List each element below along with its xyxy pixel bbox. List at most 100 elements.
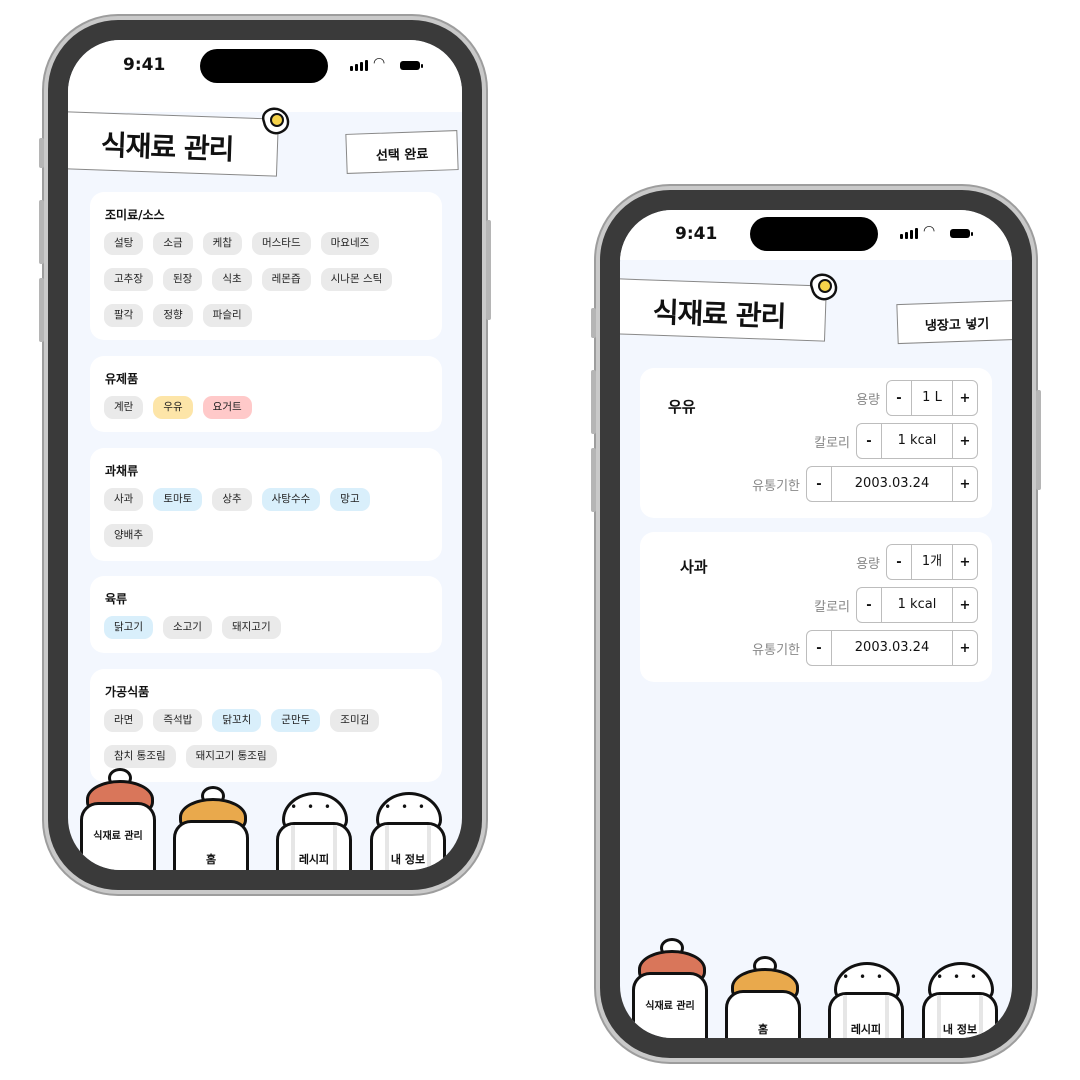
field-label: 유통기한: [752, 478, 800, 494]
category-title: 가공식품: [105, 685, 150, 699]
ingredient-chip[interactable]: 조미김: [330, 709, 380, 732]
decrement-button[interactable]: -: [857, 434, 881, 449]
ingredient-chip[interactable]: 마요네즈: [320, 232, 380, 255]
ingredient-chip[interactable]: 팔각: [104, 304, 144, 327]
shaker-holes-icon: • • •: [936, 970, 980, 984]
nav-label: 홈: [205, 853, 217, 866]
ingredient-chip[interactable]: 라면: [104, 709, 144, 732]
ingredient-chip[interactable]: 군만두: [271, 709, 321, 732]
field-label: 용량: [856, 556, 880, 572]
jar-body-icon: 홈: [173, 820, 249, 870]
decrement-button[interactable]: -: [887, 391, 911, 406]
jar-body-icon: 식재료 관리: [80, 802, 156, 870]
ingredient-chip[interactable]: 식초: [212, 268, 252, 291]
category-card: 육류닭고기 소고기 돼지고기: [90, 576, 442, 653]
category-title: 과채류: [105, 464, 139, 478]
battery-icon: [400, 61, 423, 70]
increment-button[interactable]: +: [953, 641, 977, 656]
field-label: 칼로리: [814, 599, 850, 615]
ingredient-chip[interactable]: 시나몬 스틱: [320, 268, 393, 291]
ingredient-name: 사과: [680, 558, 708, 576]
ingredient-chip[interactable]: 정향: [153, 304, 193, 327]
ingredient-chip[interactable]: 레몬즙: [261, 268, 311, 291]
decrement-button[interactable]: -: [807, 641, 831, 656]
category-title: 육류: [105, 592, 128, 606]
field-label: 칼로리: [814, 435, 850, 451]
field-row: 유통기한 -2003.03.24 +: [752, 630, 978, 666]
shaker-body-icon: 레시피: [828, 992, 904, 1038]
field-row: 칼로리 -1 kcal +: [814, 423, 978, 459]
ingredient-chip[interactable]: 양배추: [104, 524, 153, 547]
shaker-holes-icon: • • •: [384, 800, 428, 814]
ingredient-chip[interactable]: 소고기: [162, 616, 212, 639]
nav-profile-shaker[interactable]: • • • 내 정보: [370, 788, 450, 870]
shaker-body-icon: 내 정보: [370, 822, 446, 870]
ingredient-chip[interactable]: 케찹: [202, 232, 242, 255]
field-value[interactable]: 1 kcal: [881, 588, 953, 622]
jar-body-icon: 홈: [725, 990, 801, 1038]
increment-button[interactable]: +: [953, 555, 977, 570]
field-value[interactable]: 2003.03.24: [831, 467, 953, 501]
put-in-fridge-button[interactable]: 냉장고 넣기: [896, 299, 1012, 345]
nav-profile-shaker[interactable]: • • • 내 정보: [922, 958, 1002, 1038]
ingredient-chip[interactable]: 망고: [330, 488, 370, 511]
ingredient-chip[interactable]: 파슬리: [202, 304, 252, 327]
ingredient-chip[interactable]: 사탕수수: [261, 488, 321, 511]
ingredient-chip[interactable]: 상추: [212, 488, 252, 511]
decrement-button[interactable]: -: [857, 598, 881, 613]
category-title: 조미료/소스: [105, 208, 165, 222]
complete-selection-button[interactable]: 선택 완료: [345, 130, 459, 174]
nav-recipe-shaker[interactable]: • • • 레시피: [276, 788, 356, 870]
battery-icon: [950, 229, 973, 238]
ingredient-chip[interactable]: 참치 통조림: [104, 745, 176, 768]
category-card: 유제품 계란 우유 요거트: [90, 356, 442, 432]
ingredient-chip[interactable]: 된장: [162, 268, 203, 291]
nav-ingredients-jar[interactable]: 식재료 관리: [80, 768, 160, 870]
nav-recipe-shaker[interactable]: • • • 레시피: [828, 958, 908, 1038]
ingredient-chip[interactable]: 우유: [153, 396, 193, 419]
increment-button[interactable]: +: [953, 598, 977, 613]
dynamic-island: [750, 217, 878, 251]
nav-ingredients-jar[interactable]: 식재료 관리: [632, 938, 712, 1038]
category-card: 과채류사과 토마토 상추 사탕수수 망고양배추: [90, 448, 442, 561]
chip-list: 사과 토마토 상추 사탕수수 망고양배추: [104, 488, 424, 547]
ingredient-chip[interactable]: 소금: [153, 232, 193, 255]
ingredient-chip[interactable]: 요거트: [202, 396, 252, 419]
increment-button[interactable]: +: [953, 391, 977, 406]
nav-label: 홈: [757, 1023, 769, 1036]
nav-label: 레시피: [298, 853, 330, 866]
field-value[interactable]: 1 kcal: [881, 424, 953, 458]
increment-button[interactable]: +: [953, 477, 977, 492]
wifi-icon: ◠: [373, 55, 386, 71]
status-time: 9:41: [675, 224, 718, 244]
jar-body-icon: 식재료 관리: [632, 972, 708, 1038]
ingredient-chip[interactable]: 돼지고기: [221, 616, 281, 639]
ingredient-chip[interactable]: 고추장: [104, 268, 153, 291]
nav-home-jar[interactable]: 홈: [173, 786, 253, 870]
ingredient-chip[interactable]: 닭고기: [104, 616, 153, 639]
ingredient-chip[interactable]: 계란: [104, 396, 144, 419]
ingredient-chip[interactable]: 즉석밥: [153, 709, 203, 732]
ingredient-chip[interactable]: 설탕: [104, 232, 144, 255]
decrement-button[interactable]: -: [807, 477, 831, 492]
ingredient-chip[interactable]: 토마토: [153, 488, 203, 511]
ingredient-chip[interactable]: 돼지고기 통조림: [185, 745, 277, 768]
wifi-icon: ◠: [923, 223, 936, 239]
nav-label: 레시피: [850, 1023, 882, 1036]
shaker-holes-icon: • • •: [842, 970, 886, 984]
decrement-button[interactable]: -: [887, 555, 911, 570]
left-screen: 9:41 ◠ 식재료 관리 선택 완료 조미료/소스설탕 소금 케찹 머스타드 마요네즈…: [68, 40, 462, 870]
ingredient-chip[interactable]: 사과: [104, 488, 144, 511]
nav-home-jar[interactable]: 홈: [725, 956, 805, 1038]
field-value[interactable]: 1 L: [911, 381, 953, 415]
ingredient-chip[interactable]: 닭꼬치: [212, 709, 262, 732]
category-card: 조미료/소스설탕 소금 케찹 머스타드 마요네즈고추장 된장 식초 레몬즙 시나몬 스틱팔각 정향…: [90, 192, 442, 340]
increment-button[interactable]: +: [953, 434, 977, 449]
field-value[interactable]: 2003.03.24: [831, 631, 953, 665]
chip-list: 계란 우유 요거트: [104, 396, 424, 419]
ingredient-chip[interactable]: 머스타드: [251, 232, 311, 255]
right-screen: 9:41 ◠ 식재료 관리 냉장고 넣기 우유 용량 -1 L + 칼로리 -1 kcal…: [620, 210, 1012, 1038]
status-time: 9:41: [123, 55, 166, 75]
field-value[interactable]: 1개: [911, 545, 953, 579]
signal-icon: [350, 60, 368, 71]
